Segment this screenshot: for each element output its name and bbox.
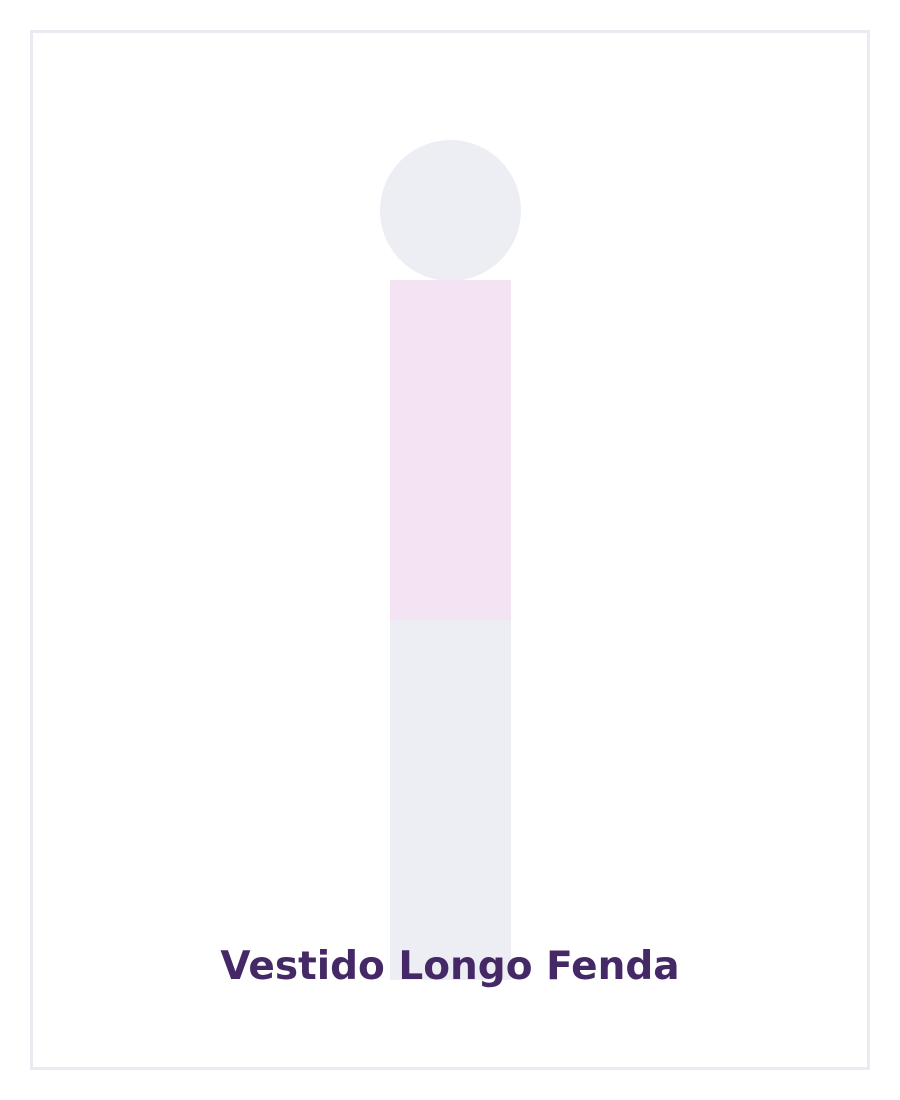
- dress-bodice: [390, 280, 511, 620]
- product-title: Vestido Longo Fenda: [220, 944, 680, 989]
- mannequin-head: [380, 140, 521, 281]
- dress-skirt: [390, 620, 511, 980]
